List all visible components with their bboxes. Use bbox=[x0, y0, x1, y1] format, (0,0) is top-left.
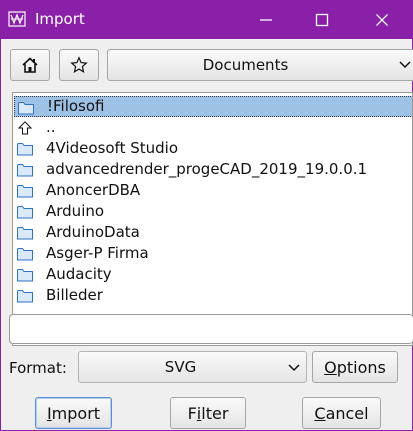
title-bar[interactable]: Import bbox=[0, 0, 413, 39]
home-icon bbox=[22, 57, 38, 73]
list-item-label: AnoncerDBA bbox=[46, 181, 141, 199]
folder-icon bbox=[17, 164, 33, 177]
folder-icon bbox=[18, 102, 34, 115]
format-value: SVG bbox=[164, 358, 197, 376]
list-item[interactable]: advancedrender_progeCAD_2019_19.0.0.1 bbox=[14, 159, 412, 180]
options-mnemonic: O bbox=[324, 357, 337, 377]
list-item-label: Asger-P Firma bbox=[46, 244, 149, 262]
list-item-label: advancedrender_progeCAD_2019_19.0.0.1 bbox=[46, 160, 368, 178]
filter-label-start: F bbox=[187, 403, 197, 423]
options-button[interactable]: Options bbox=[312, 351, 398, 383]
maximize-button[interactable] bbox=[302, 0, 342, 39]
app-icon bbox=[8, 11, 26, 27]
filter-button[interactable]: Fi lter bbox=[170, 397, 246, 429]
location-value: Documents bbox=[202, 56, 289, 74]
bookmark-button[interactable] bbox=[59, 49, 99, 81]
list-item[interactable]: .. bbox=[14, 117, 412, 138]
list-item-label: ArduinoData bbox=[46, 223, 140, 241]
maximize-icon bbox=[315, 13, 329, 26]
list-item[interactable]: Asger-P Firma bbox=[14, 243, 412, 264]
file-list[interactable]: !Filosofi .. 4Videosoft Studio advancedr… bbox=[12, 92, 413, 346]
cancel-mnemonic: C bbox=[314, 403, 326, 423]
format-dropdown[interactable]: SVG bbox=[78, 351, 307, 383]
list-item-label: Billeder bbox=[46, 286, 103, 304]
location-dropdown[interactable]: Documents bbox=[107, 49, 413, 81]
list-item[interactable]: Audacity bbox=[14, 264, 412, 285]
star-icon bbox=[70, 56, 88, 74]
folder-icon bbox=[17, 143, 33, 156]
list-item-label: .. bbox=[46, 118, 56, 136]
home-button[interactable] bbox=[10, 49, 50, 81]
close-button[interactable] bbox=[362, 0, 402, 39]
cancel-label: ancel bbox=[325, 403, 369, 423]
folder-icon bbox=[17, 290, 33, 303]
chevron-down-icon bbox=[288, 364, 300, 372]
list-item[interactable]: !Filosofi bbox=[14, 96, 412, 117]
list-item-label: Audacity bbox=[46, 265, 112, 283]
list-item[interactable]: AnoncerDBA bbox=[14, 180, 412, 201]
options-label: ptions bbox=[336, 357, 386, 377]
folder-icon bbox=[17, 185, 33, 198]
chevron-down-icon bbox=[399, 61, 411, 69]
import-label: mport bbox=[51, 403, 101, 423]
list-item[interactable]: ArduinoData bbox=[14, 222, 412, 243]
folder-icon bbox=[17, 206, 33, 219]
cancel-button[interactable]: Cancel bbox=[302, 397, 381, 429]
list-item-label: 4Videosoft Studio bbox=[46, 139, 179, 157]
window-title: Import bbox=[35, 10, 85, 28]
format-label: Format: bbox=[9, 359, 67, 377]
folder-icon bbox=[17, 227, 33, 240]
list-item[interactable]: Arduino bbox=[14, 201, 412, 222]
minimize-icon bbox=[260, 18, 272, 21]
list-item-label: !Filosofi bbox=[47, 97, 105, 115]
dialog-body: Documents !Filosofi .. 4Videosoft Studio bbox=[1, 39, 413, 430]
import-button[interactable]: Import bbox=[35, 397, 112, 429]
folder-icon bbox=[17, 269, 33, 282]
filter-label-end: lter bbox=[201, 403, 229, 423]
list-item-label: Arduino bbox=[46, 202, 105, 220]
list-item[interactable]: Billeder bbox=[14, 285, 412, 306]
minimize-button[interactable] bbox=[246, 0, 286, 39]
list-item[interactable]: 4Videosoft Studio bbox=[14, 138, 412, 159]
up-arrow-icon bbox=[17, 121, 33, 135]
close-icon bbox=[376, 13, 388, 26]
filename-input[interactable] bbox=[9, 314, 413, 344]
folder-icon bbox=[17, 248, 33, 261]
